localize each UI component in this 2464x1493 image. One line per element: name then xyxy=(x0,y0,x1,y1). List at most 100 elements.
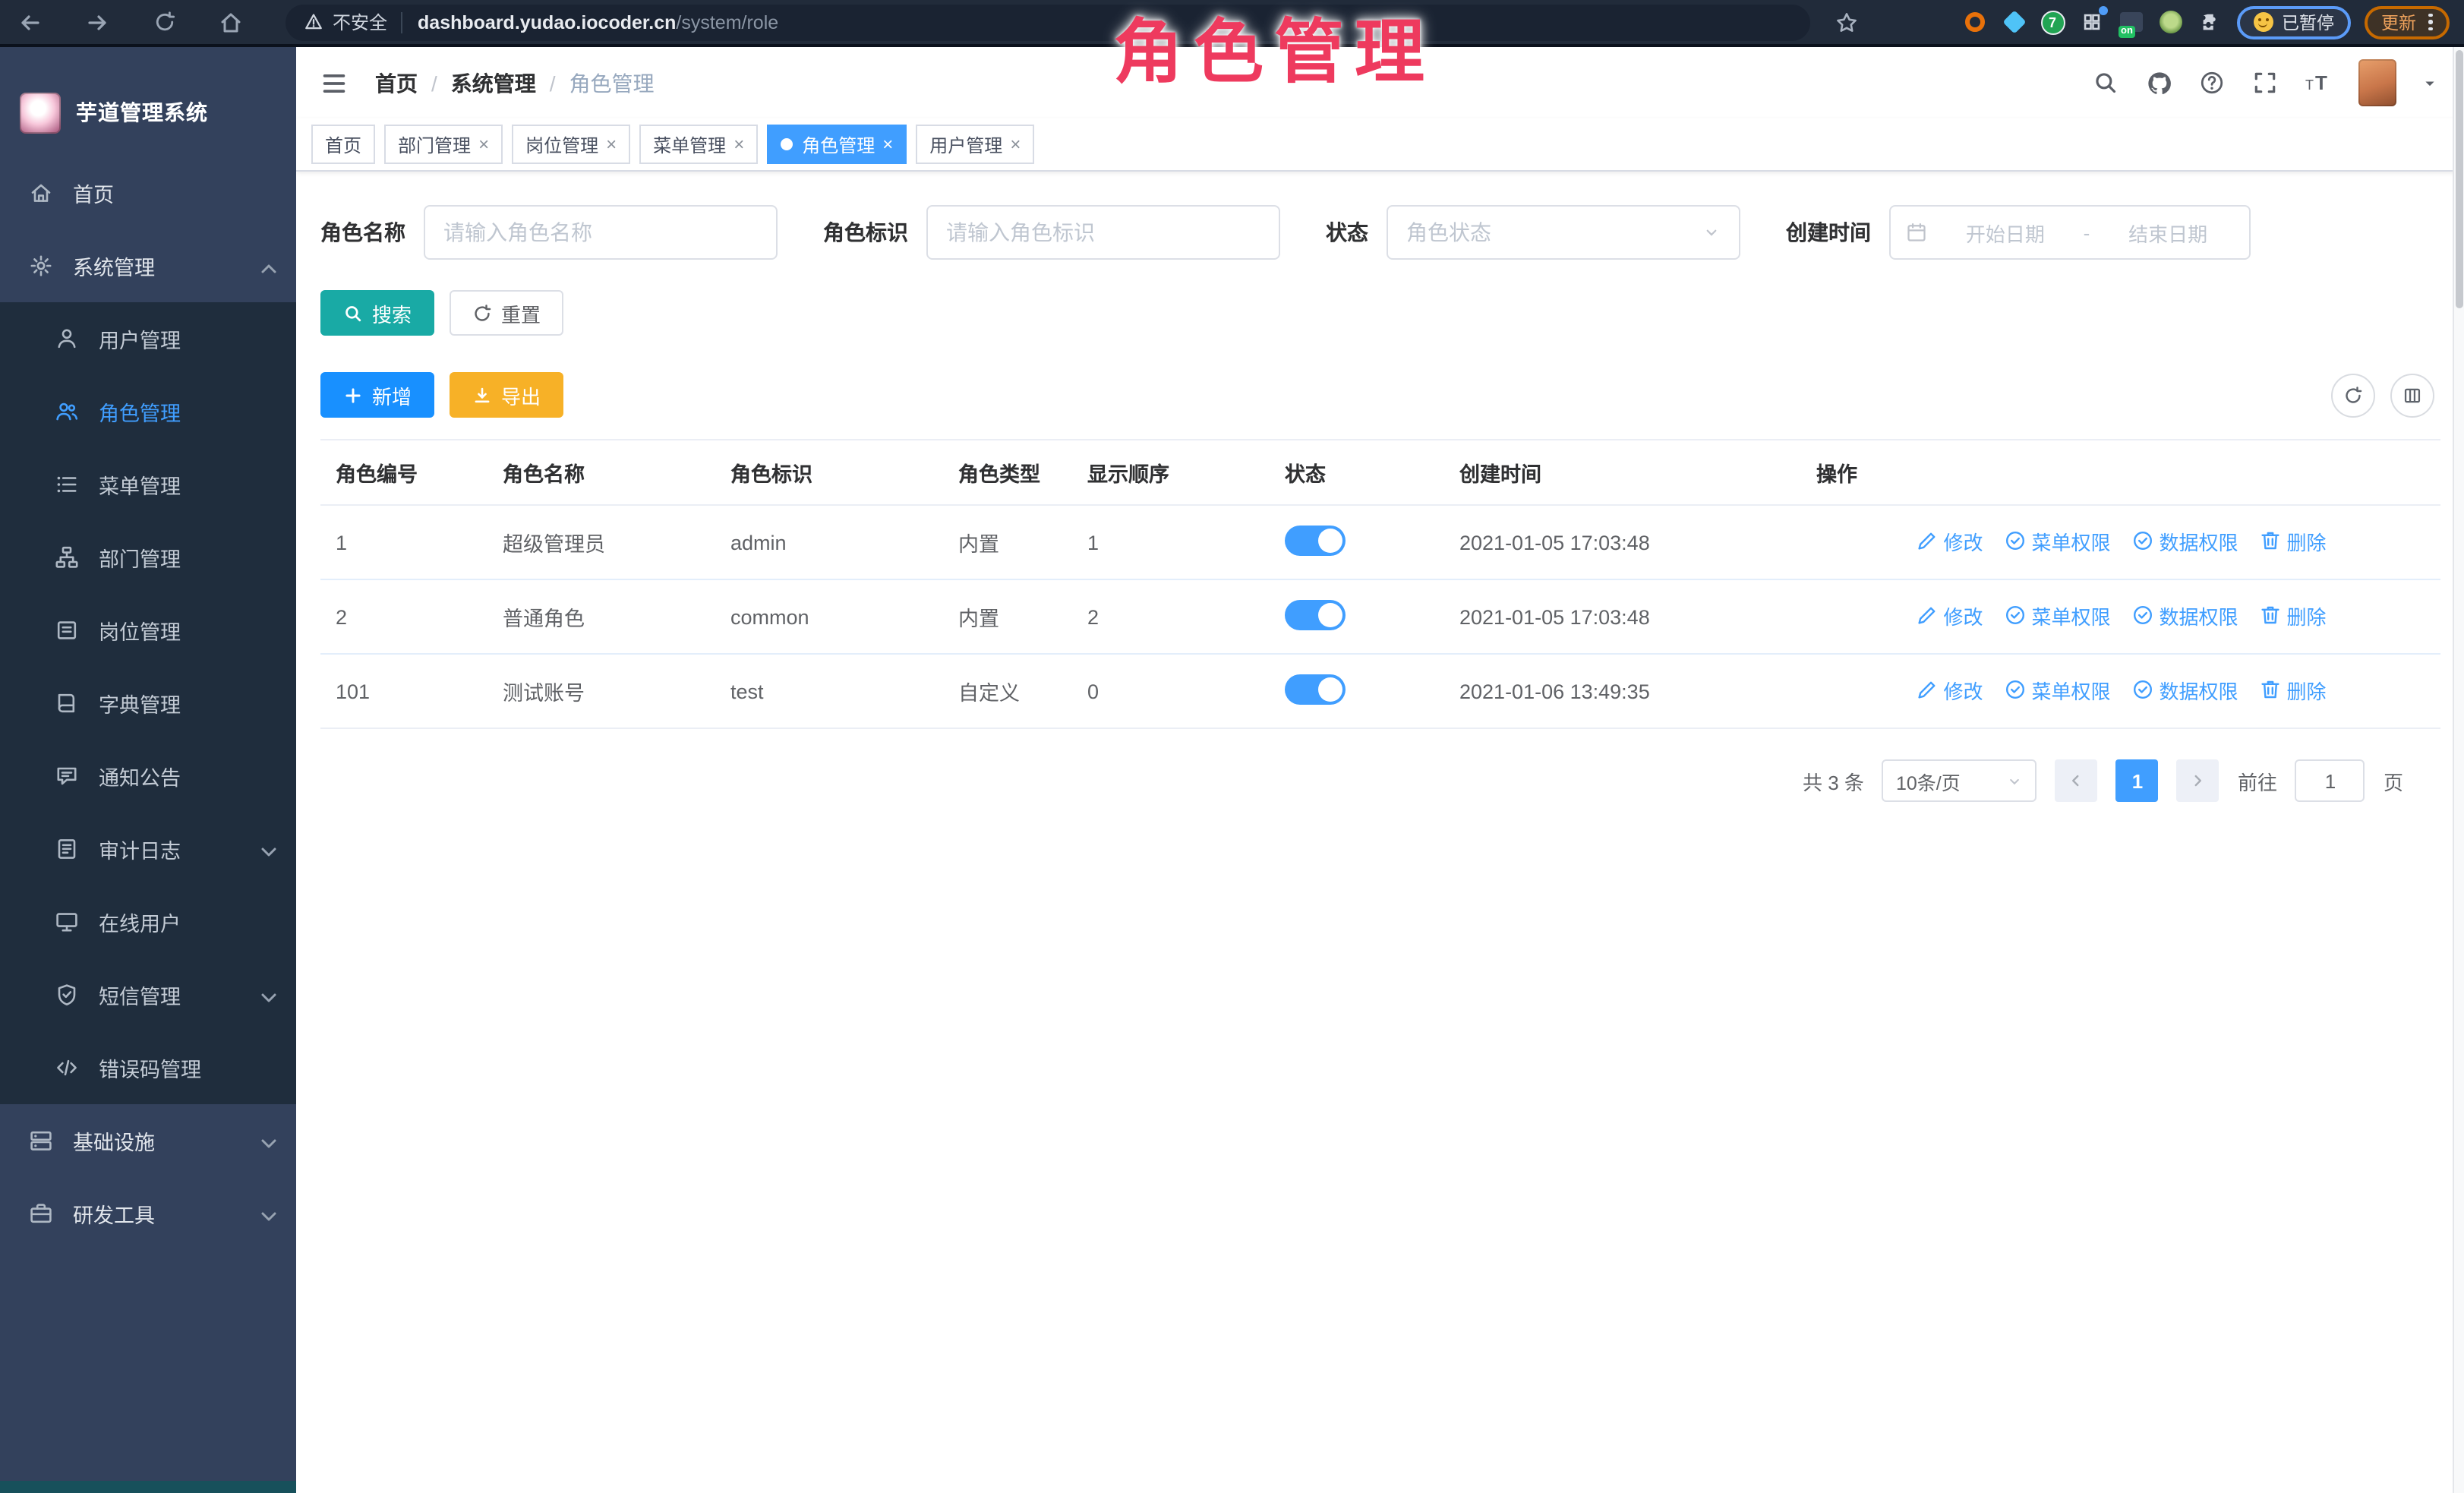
sidebar-item-infra[interactable]: 基础设施 xyxy=(0,1104,296,1177)
sidebar-item-sms[interactable]: 短信管理 xyxy=(0,958,296,1031)
browser-back-icon[interactable] xyxy=(15,7,46,37)
sidebar-item-menu[interactable]: 菜单管理 xyxy=(0,448,296,521)
extension-orange-icon[interactable] xyxy=(1961,9,1987,35)
sidebar-item-role[interactable]: 角色管理 xyxy=(0,375,296,448)
action-edit-link[interactable]: 修改 xyxy=(1914,601,1983,630)
sidebar-item-notice[interactable]: 通知公告 xyxy=(0,740,296,813)
extension-gem-icon[interactable] xyxy=(2001,9,2027,35)
tab-label: 部门管理 xyxy=(398,131,471,157)
action-menu-permission-link[interactable]: 菜单权限 xyxy=(2002,601,2110,630)
breadcrumb-item[interactable]: 系统管理 xyxy=(451,68,536,98)
browser-home-icon[interactable] xyxy=(216,7,246,37)
url-text[interactable]: dashboard.yudao.iocoder.cn/system/role xyxy=(418,11,778,33)
paused-badge[interactable]: 已暂停 xyxy=(2236,5,2351,39)
cell-role-id: 101 xyxy=(320,654,487,728)
github-icon[interactable] xyxy=(2145,69,2172,96)
update-label: 更新 xyxy=(2381,10,2416,34)
tab-岗位管理[interactable]: 岗位管理× xyxy=(512,125,630,164)
address-bar[interactable]: 不安全 dashboard.yudao.iocoder.cn/system/ro… xyxy=(286,4,1810,40)
extensions-puzzle-icon[interactable] xyxy=(2197,9,2223,35)
tab-菜单管理[interactable]: 菜单管理× xyxy=(639,125,758,164)
avatar-caret-icon[interactable] xyxy=(2421,75,2437,90)
fullscreen-icon[interactable] xyxy=(2251,69,2279,96)
tab-用户管理[interactable]: 用户管理× xyxy=(916,125,1034,164)
table-header-row: 角色编号角色名称角色标识角色类型显示顺序状态创建时间操作 xyxy=(320,440,2440,505)
search-button[interactable]: 搜索 xyxy=(320,290,434,336)
close-icon[interactable]: × xyxy=(478,135,489,153)
check-circle-icon xyxy=(2002,529,2027,554)
role-key-input[interactable]: 请输入角色标识 xyxy=(926,205,1280,260)
tab-首页[interactable]: 首页 xyxy=(311,125,375,164)
action-delete-link[interactable]: 删除 xyxy=(2258,527,2327,556)
sidebar-item-label: 在线用户 xyxy=(99,907,181,937)
date-range-picker[interactable]: 开始日期 - 结束日期 xyxy=(1889,205,2251,260)
action-menu-permission-link[interactable]: 菜单权限 xyxy=(2002,527,2110,556)
sidebar-item-user[interactable]: 用户管理 xyxy=(0,302,296,375)
sidebar-item-errcode[interactable]: 错误码管理 xyxy=(0,1031,296,1104)
prev-page-button[interactable] xyxy=(2055,759,2098,802)
status-toggle[interactable] xyxy=(1285,674,1346,704)
action-delete-link[interactable]: 删除 xyxy=(2258,676,2327,705)
profile-emoji-icon xyxy=(2253,12,2273,32)
extension-grid-icon[interactable] xyxy=(2078,9,2104,35)
status-toggle[interactable] xyxy=(1285,525,1346,555)
font-size-icon[interactable]: TT xyxy=(2305,69,2332,96)
add-button[interactable]: 新增 xyxy=(320,372,434,418)
page-number-button[interactable]: 1 xyxy=(2116,759,2159,802)
column-header: 状态 xyxy=(1270,440,1444,505)
help-icon[interactable] xyxy=(2198,69,2226,96)
sidebar-item-home[interactable]: 首页 xyxy=(0,156,296,229)
user-avatar[interactable] xyxy=(2358,59,2396,106)
update-menu-button[interactable]: 更新 xyxy=(2365,5,2449,39)
scrollbar[interactable] xyxy=(2452,47,2464,1493)
sidebar-item-system[interactable]: 系统管理 xyxy=(0,229,296,302)
hamburger-icon[interactable] xyxy=(311,60,357,106)
extension-on-badge-icon[interactable]: on xyxy=(2118,9,2144,35)
refresh-button[interactable] xyxy=(2330,373,2374,417)
sidebar-item-devtools[interactable]: 研发工具 xyxy=(0,1177,296,1250)
action-edit-link[interactable]: 修改 xyxy=(1914,527,1983,556)
close-icon[interactable]: × xyxy=(606,135,617,153)
edit-icon xyxy=(1914,678,1939,702)
browser-forward-icon[interactable] xyxy=(82,7,112,37)
sidebar-menu: 首页系统管理用户管理角色管理菜单管理部门管理岗位管理字典管理通知公告审计日志在线… xyxy=(0,156,296,1481)
column-header: 创建时间 xyxy=(1444,440,1801,505)
tab-角色管理[interactable]: 角色管理× xyxy=(767,125,907,164)
goto-page-input[interactable] xyxy=(2295,759,2365,802)
search-icon[interactable] xyxy=(2092,69,2119,96)
close-icon[interactable]: × xyxy=(882,135,893,153)
chevron-down-icon xyxy=(257,986,275,1004)
next-page-button[interactable] xyxy=(2177,759,2219,802)
action-data-permission-link[interactable]: 数据权限 xyxy=(2131,527,2238,556)
extension-monkey-icon[interactable] xyxy=(2157,9,2183,35)
sidebar-item-audit[interactable]: 审计日志 xyxy=(0,813,296,885)
status-select[interactable]: 角色状态 xyxy=(1387,205,1740,260)
sidebar-item-online[interactable]: 在线用户 xyxy=(0,885,296,958)
export-button[interactable]: 导出 xyxy=(450,372,563,418)
sidebar-item-dict[interactable]: 字典管理 xyxy=(0,667,296,740)
scrollbar-thumb[interactable] xyxy=(2455,50,2462,308)
close-icon[interactable]: × xyxy=(1010,135,1021,153)
role-name-input[interactable]: 请输入角色名称 xyxy=(424,205,778,260)
action-data-permission-link[interactable]: 数据权限 xyxy=(2131,601,2238,630)
sidebar: 芋道管理系统 首页系统管理用户管理角色管理菜单管理部门管理岗位管理字典管理通知公… xyxy=(0,47,296,1493)
close-icon[interactable]: × xyxy=(734,135,744,153)
security-label[interactable]: 不安全 xyxy=(333,9,387,35)
browser-extensions-area: 7 on 已暂停 更新 xyxy=(1961,5,2449,39)
reset-button[interactable]: 重置 xyxy=(450,290,563,336)
extension-badge-seven-icon[interactable]: 7 xyxy=(2040,10,2065,34)
sidebar-item-post[interactable]: 岗位管理 xyxy=(0,594,296,667)
sidebar-item-dept[interactable]: 部门管理 xyxy=(0,521,296,594)
app-logo-row[interactable]: 芋道管理系统 xyxy=(0,68,296,156)
page-size-select[interactable]: 10条/页 xyxy=(1882,759,2037,802)
tab-部门管理[interactable]: 部门管理 × xyxy=(384,125,503,164)
column-settings-button[interactable] xyxy=(2390,373,2434,417)
bookmark-star-icon[interactable] xyxy=(1835,10,1859,34)
action-data-permission-link[interactable]: 数据权限 xyxy=(2131,676,2238,705)
action-menu-permission-link[interactable]: 菜单权限 xyxy=(2002,676,2110,705)
action-delete-link[interactable]: 删除 xyxy=(2258,601,2327,630)
action-edit-link[interactable]: 修改 xyxy=(1914,676,1983,705)
browser-reload-icon[interactable] xyxy=(149,7,179,37)
breadcrumb-item[interactable]: 首页 xyxy=(375,68,418,98)
status-toggle[interactable] xyxy=(1285,599,1346,630)
